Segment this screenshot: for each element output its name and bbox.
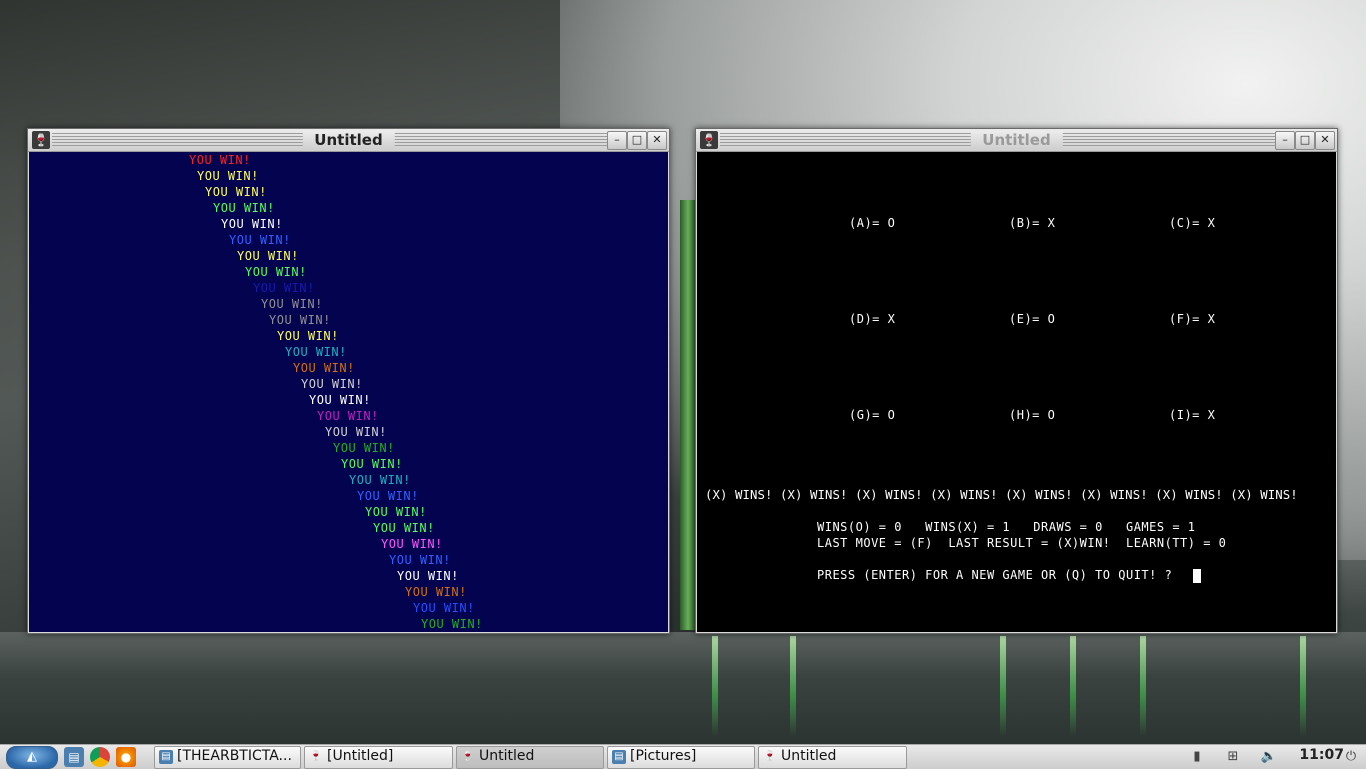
you-win-line: YOU WIN! (301, 377, 363, 391)
you-win-line: YOU WIN! (325, 425, 387, 439)
maximize-button[interactable]: □ (1295, 131, 1315, 150)
left-app-window[interactable]: 🍷 Untitled – □ ✕ YOU WIN! YOU WIN! YOU WIN… (27, 128, 670, 634)
you-win-line: YOU WIN! (221, 217, 283, 231)
folder-icon: ▤ (159, 750, 173, 764)
wine-icon[interactable]: 🍷 (700, 131, 718, 149)
battery-icon[interactable]: ▮ (1188, 748, 1206, 766)
minimize-button[interactable]: – (607, 131, 627, 150)
wallpaper-pole (680, 200, 696, 630)
task-label: [Untitled] (327, 748, 394, 764)
you-win-line: YOU WIN! (365, 505, 427, 519)
you-win-line: YOU WIN! (413, 601, 475, 615)
you-win-line: YOU WIN! (285, 345, 347, 359)
close-button[interactable]: ✕ (647, 131, 667, 150)
minimize-button[interactable]: – (1275, 131, 1295, 150)
wine-icon: 🍷 (309, 751, 323, 762)
task-label: Untitled (479, 748, 535, 764)
power-icon[interactable]: ⏻ (1342, 748, 1360, 766)
you-win-line: YOU WIN! (197, 169, 259, 183)
wine-icon: 🍷 (461, 751, 475, 762)
chrome-icon[interactable] (90, 747, 110, 767)
you-win-line: YOU WIN! (205, 185, 267, 199)
you-win-line: YOU WIN! (317, 409, 379, 423)
you-win-line: YOU WIN! (293, 361, 355, 375)
left-window-title: Untitled (302, 131, 395, 149)
right-window-title: Untitled (970, 131, 1063, 149)
wallpaper-streak (1000, 636, 1006, 736)
you-win-line: YOU WIN! (253, 281, 315, 295)
you-win-line: YOU WIN! (421, 617, 483, 631)
you-win-line: YOU WIN! (389, 553, 451, 567)
wallpaper-streak (1140, 636, 1146, 736)
right-app-window[interactable]: 🍷 Untitled – □ ✕ (A)= O (B)= X (C)= X (D… (695, 128, 1338, 634)
board-cell-f: (F)= X (1169, 312, 1216, 326)
maximize-button[interactable]: □ (627, 131, 647, 150)
wallpaper-streak (1300, 636, 1306, 736)
you-win-line: YOU WIN! (349, 473, 411, 487)
task-label: [THEARBTICTA... (177, 748, 292, 764)
you-win-line: YOU WIN! (357, 489, 419, 503)
text-cursor[interactable] (1193, 569, 1201, 583)
task-button-folder[interactable]: ▤ [THEARBTICTA... (154, 746, 301, 769)
win-message-area: YOU WIN! YOU WIN! YOU WIN! YOU WIN! YOU WIN!… (29, 152, 668, 632)
last-result-line: LAST MOVE = (F) LAST RESULT = (X)WIN! LE… (817, 536, 1227, 550)
you-win-line: YOU WIN! (373, 521, 435, 535)
you-win-line: YOU WIN! (245, 265, 307, 279)
wallpaper-streak (1070, 636, 1076, 736)
file-manager-icon[interactable]: ▤ (64, 747, 84, 767)
board-cell-e: (E)= O (1009, 312, 1056, 326)
you-win-line: YOU WIN! (405, 585, 467, 599)
wallpaper-streak (790, 636, 796, 736)
you-win-line: YOU WIN! (261, 297, 323, 311)
you-win-line: YOU WIN! (229, 233, 291, 247)
wallpaper-floor (0, 632, 1366, 744)
task-label: [Pictures] (630, 748, 697, 764)
wine-icon: 🍷 (763, 751, 777, 762)
start-menu-button[interactable]: ◭ (6, 746, 58, 769)
you-win-line: YOU WIN! (237, 249, 299, 263)
folder-icon: ▤ (612, 750, 626, 764)
wallpaper-streak (712, 636, 718, 736)
you-win-line: YOU WIN! (309, 393, 371, 407)
you-win-line: YOU WIN! (397, 569, 459, 583)
close-button[interactable]: ✕ (1315, 131, 1335, 150)
you-win-line: YOU WIN! (277, 329, 339, 343)
you-win-line: YOU WIN! (189, 153, 251, 167)
you-win-line: YOU WIN! (213, 201, 275, 215)
task-button-untitled-active[interactable]: 🍷 Untitled (456, 746, 604, 769)
game-terminal[interactable]: (A)= O (B)= X (C)= X (D)= X (E)= O (F)= … (697, 152, 1336, 632)
wins-banner: (X) WINS! (X) WINS! (X) WINS! (X) WINS! … (705, 488, 1298, 502)
task-label: Untitled (781, 748, 837, 764)
board-cell-c: (C)= X (1169, 216, 1216, 230)
network-icon[interactable]: ⊞ (1224, 748, 1242, 766)
taskbar: ◭ ▤ ● ▤ [THEARBTICTA... 🍷 [Untitled] 🍷 U… (0, 744, 1366, 769)
board-cell-h: (H)= O (1009, 408, 1056, 422)
you-win-line: YOU WIN! (269, 313, 331, 327)
you-win-line: YOU WIN! (381, 537, 443, 551)
wine-icon[interactable]: 🍷 (32, 131, 50, 149)
firefox-icon[interactable]: ● (116, 747, 136, 767)
right-window-titlebar[interactable]: 🍷 Untitled – □ ✕ (696, 129, 1337, 152)
stats-line: WINS(O) = 0 WINS(X) = 1 DRAWS = 0 GAMES … (817, 520, 1196, 534)
board-cell-a: (A)= O (849, 216, 896, 230)
you-win-line: YOU WIN! (333, 441, 395, 455)
board-cell-d: (D)= X (849, 312, 896, 326)
volume-icon[interactable]: 🔈 (1260, 748, 1278, 766)
clock[interactable]: 11:07 (1299, 747, 1344, 763)
task-button-untitled[interactable]: 🍷 [Untitled] (304, 746, 453, 769)
task-button-pictures[interactable]: ▤ [Pictures] (607, 746, 755, 769)
new-game-prompt: PRESS (ENTER) FOR A NEW GAME OR (Q) TO Q… (817, 568, 1173, 582)
board-cell-i: (I)= X (1169, 408, 1216, 422)
left-window-titlebar[interactable]: 🍷 Untitled – □ ✕ (28, 129, 669, 152)
you-win-line: YOU WIN! (341, 457, 403, 471)
task-button-untitled-2[interactable]: 🍷 Untitled (758, 746, 907, 769)
board-cell-g: (G)= O (849, 408, 896, 422)
board-cell-b: (B)= X (1009, 216, 1056, 230)
